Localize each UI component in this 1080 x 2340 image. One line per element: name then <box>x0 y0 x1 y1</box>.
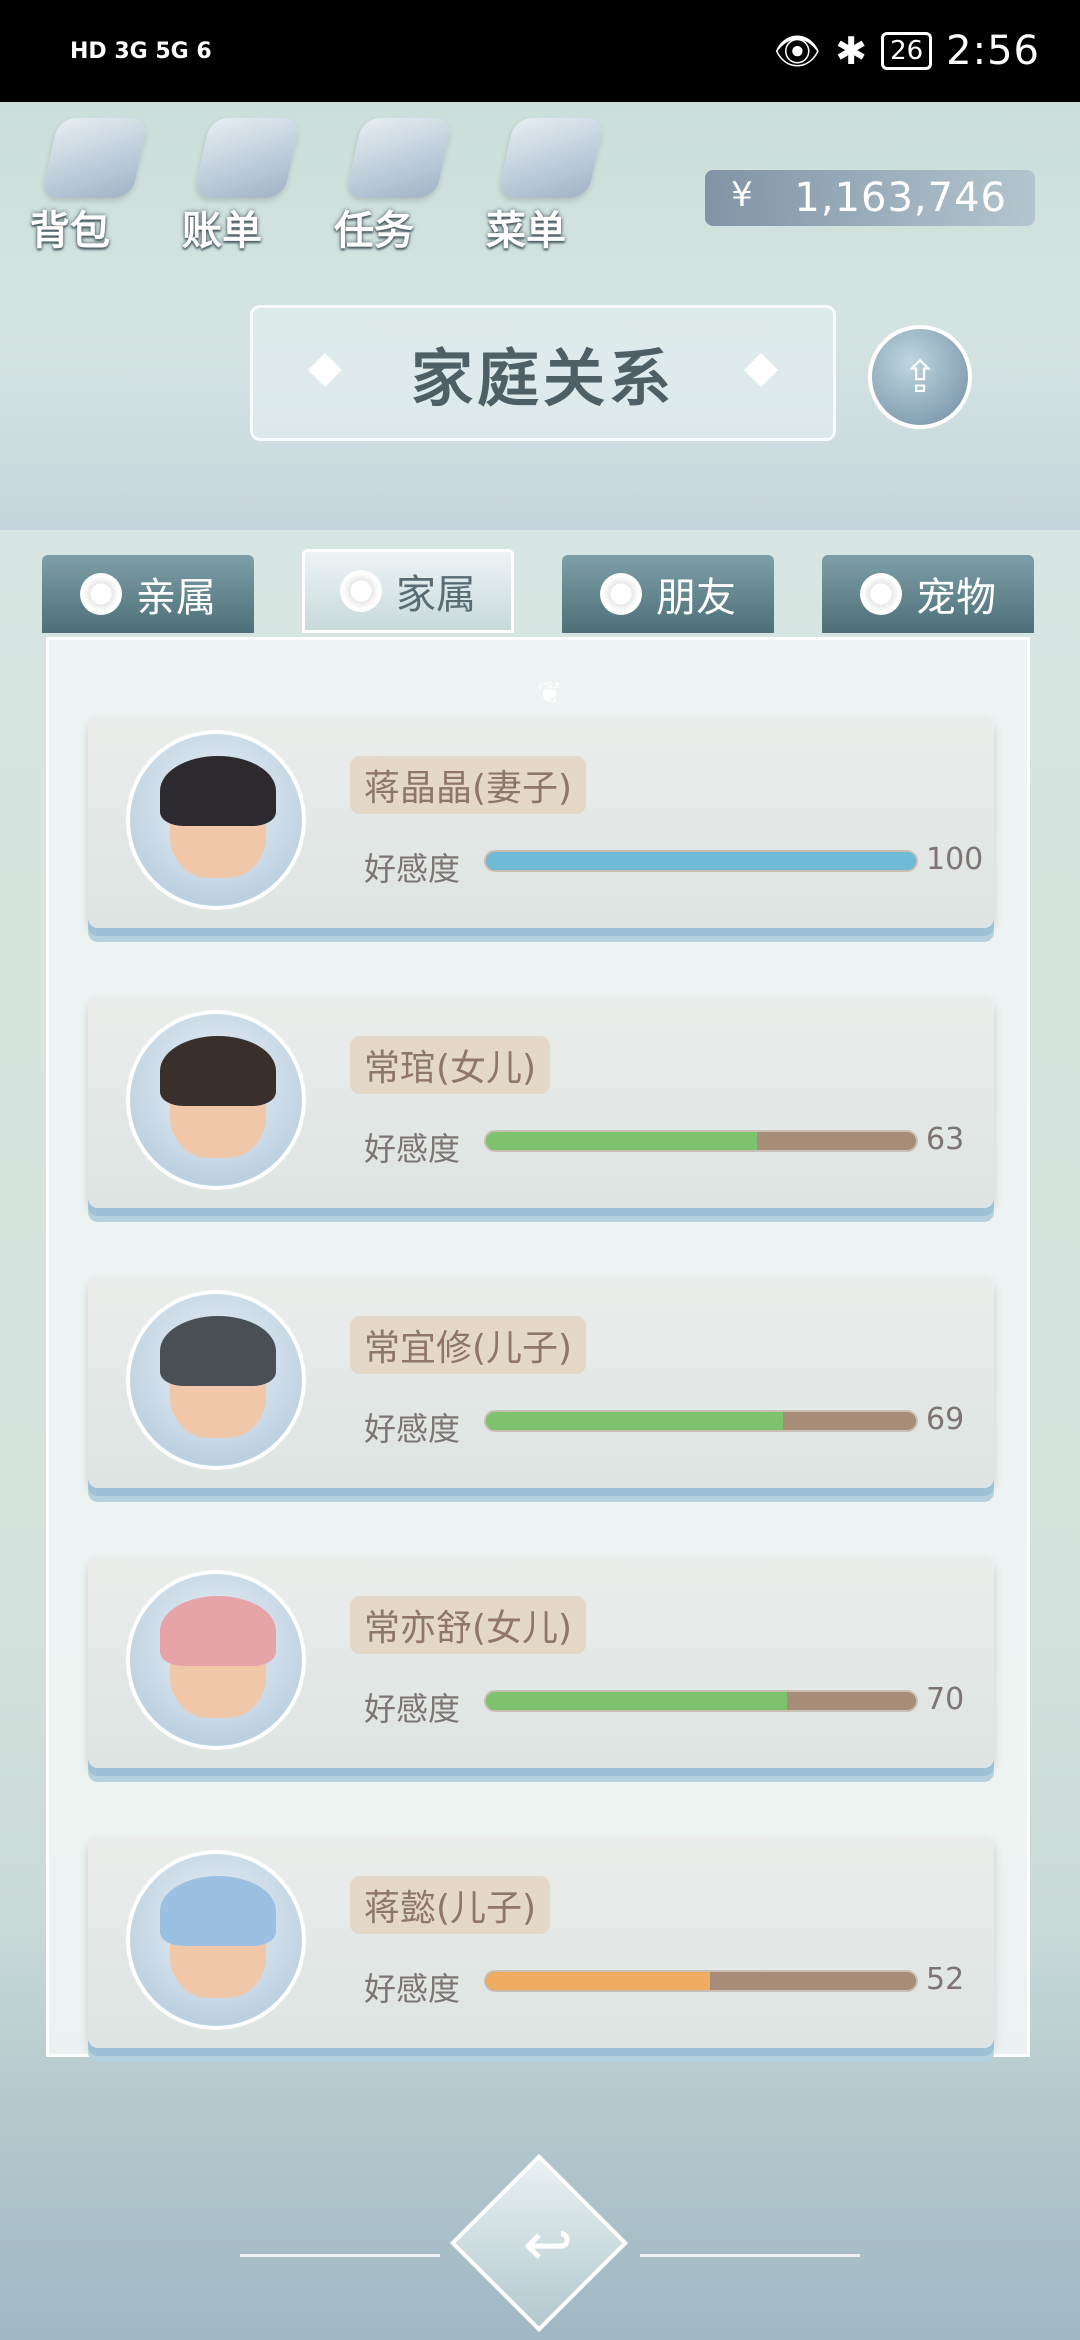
favor-label: 好感度 <box>364 850 461 888</box>
avatar-hood <box>160 1876 276 1946</box>
member-name: 蒋懿(儿子) <box>350 1876 551 1934</box>
family-card[interactable]: 蒋晶晶(妻子) 好感度 100 <box>88 718 994 928</box>
page-title: 家庭关系 <box>410 342 675 415</box>
family-card[interactable]: 常亦舒(女儿) 好感度 70 <box>88 1558 994 1768</box>
page-title-panel: 家庭关系 <box>250 305 836 441</box>
favor-value: 63 <box>926 1122 965 1157</box>
decor-line-right <box>640 2254 860 2257</box>
diamond-left-icon <box>308 353 342 387</box>
diamond-right-icon <box>744 353 778 387</box>
favor-bar-fill <box>486 852 916 870</box>
family-card[interactable]: 蒋懿(儿子) 好感度 52 <box>88 1838 994 2048</box>
status-bar: HD 3G 5G 6 👁 ✱ 26 2:56 <box>0 0 1080 102</box>
avatar <box>126 1290 306 1470</box>
bluetooth-icon: ✱ <box>835 29 868 73</box>
favor-bar-fill <box>486 1412 783 1430</box>
favor-label: 好感度 <box>364 1970 461 2008</box>
top-menu: 背包 账单 任务 菜单 <box>30 118 605 254</box>
favor-value: 100 <box>926 842 984 877</box>
decor-line-left <box>240 2254 440 2257</box>
favor-label: 好感度 <box>364 1130 461 1168</box>
favor-bar <box>484 850 918 872</box>
favor-value: 52 <box>926 1962 965 1997</box>
menu-button[interactable]: 菜单 <box>486 118 605 254</box>
favor-bar-fill <box>486 1132 757 1150</box>
share-button[interactable]: ⇪ <box>868 325 972 429</box>
avatar <box>126 1850 306 2030</box>
ornament-icon: ❦ <box>537 676 563 711</box>
flower-icon <box>600 573 642 615</box>
favor-bar-fill <box>486 1692 787 1710</box>
favor-bar <box>484 1410 918 1432</box>
status-left-icons: HD 3G 5G 6 <box>70 39 212 64</box>
task-button[interactable]: 任务 <box>334 118 453 254</box>
tab-label: 宠物 <box>916 575 996 621</box>
member-name: 常亦舒(女儿) <box>350 1596 587 1654</box>
favor-label: 好感度 <box>364 1410 461 1448</box>
status-time: 2:56 <box>946 28 1040 74</box>
flower-icon <box>80 573 122 615</box>
tab-friends[interactable]: 朋友 <box>562 555 774 633</box>
favor-label: 好感度 <box>364 1690 461 1728</box>
back-arrow-icon: ↩ <box>522 2210 574 2280</box>
bag-label: 背包 <box>30 208 110 254</box>
favor-bar-fill <box>486 1972 710 1990</box>
menu-icon <box>497 118 605 198</box>
member-name: 常宜修(儿子) <box>350 1316 587 1374</box>
eye-icon: 👁 <box>772 28 822 73</box>
member-name: 常琯(女儿) <box>350 1036 551 1094</box>
avatar-hair <box>160 756 276 826</box>
avatar-hair <box>160 1036 276 1106</box>
relation-tabs: 亲属 家属 朋友 宠物 <box>42 549 1042 635</box>
tab-pets[interactable]: 宠物 <box>822 555 1034 633</box>
flower-icon <box>860 573 902 615</box>
member-name: 蒋晶晶(妻子) <box>350 756 587 814</box>
tab-relatives[interactable]: 亲属 <box>42 555 254 633</box>
tab-family[interactable]: 家属 <box>302 549 514 633</box>
task-label: 任务 <box>334 208 414 254</box>
bill-label: 账单 <box>182 208 262 254</box>
task-icon <box>345 118 453 198</box>
money-amount: 1,163,746 <box>794 175 1007 221</box>
flower-icon <box>340 570 382 612</box>
yen-icon: ¥ <box>731 175 753 215</box>
tab-label: 家属 <box>396 572 476 618</box>
avatar <box>126 730 306 910</box>
avatar-hood <box>160 1596 276 1666</box>
family-card[interactable]: 常宜修(儿子) 好感度 69 <box>88 1278 994 1488</box>
battery-indicator: 26 <box>881 32 933 70</box>
status-right-icons: 👁 ✱ 26 2:56 <box>773 28 1040 74</box>
family-card[interactable]: 常琯(女儿) 好感度 63 <box>88 998 994 1208</box>
favor-bar <box>484 1970 918 1992</box>
avatar <box>126 1570 306 1750</box>
favor-value: 70 <box>926 1682 965 1717</box>
avatar-hair <box>160 1316 276 1386</box>
tab-label: 朋友 <box>656 575 736 621</box>
menu-label: 菜单 <box>486 208 566 254</box>
favor-bar <box>484 1130 918 1152</box>
favor-bar <box>484 1690 918 1712</box>
bill-icon <box>193 118 301 198</box>
bag-button[interactable]: 背包 <box>30 118 149 254</box>
favor-value: 69 <box>926 1402 965 1437</box>
tab-label: 亲属 <box>136 575 216 621</box>
bag-icon <box>41 118 149 198</box>
avatar <box>126 1010 306 1190</box>
bill-button[interactable]: 账单 <box>182 118 301 254</box>
share-icon: ⇪ <box>901 351 939 403</box>
signal-status-icons: HD 3G 5G 6 <box>70 38 212 64</box>
